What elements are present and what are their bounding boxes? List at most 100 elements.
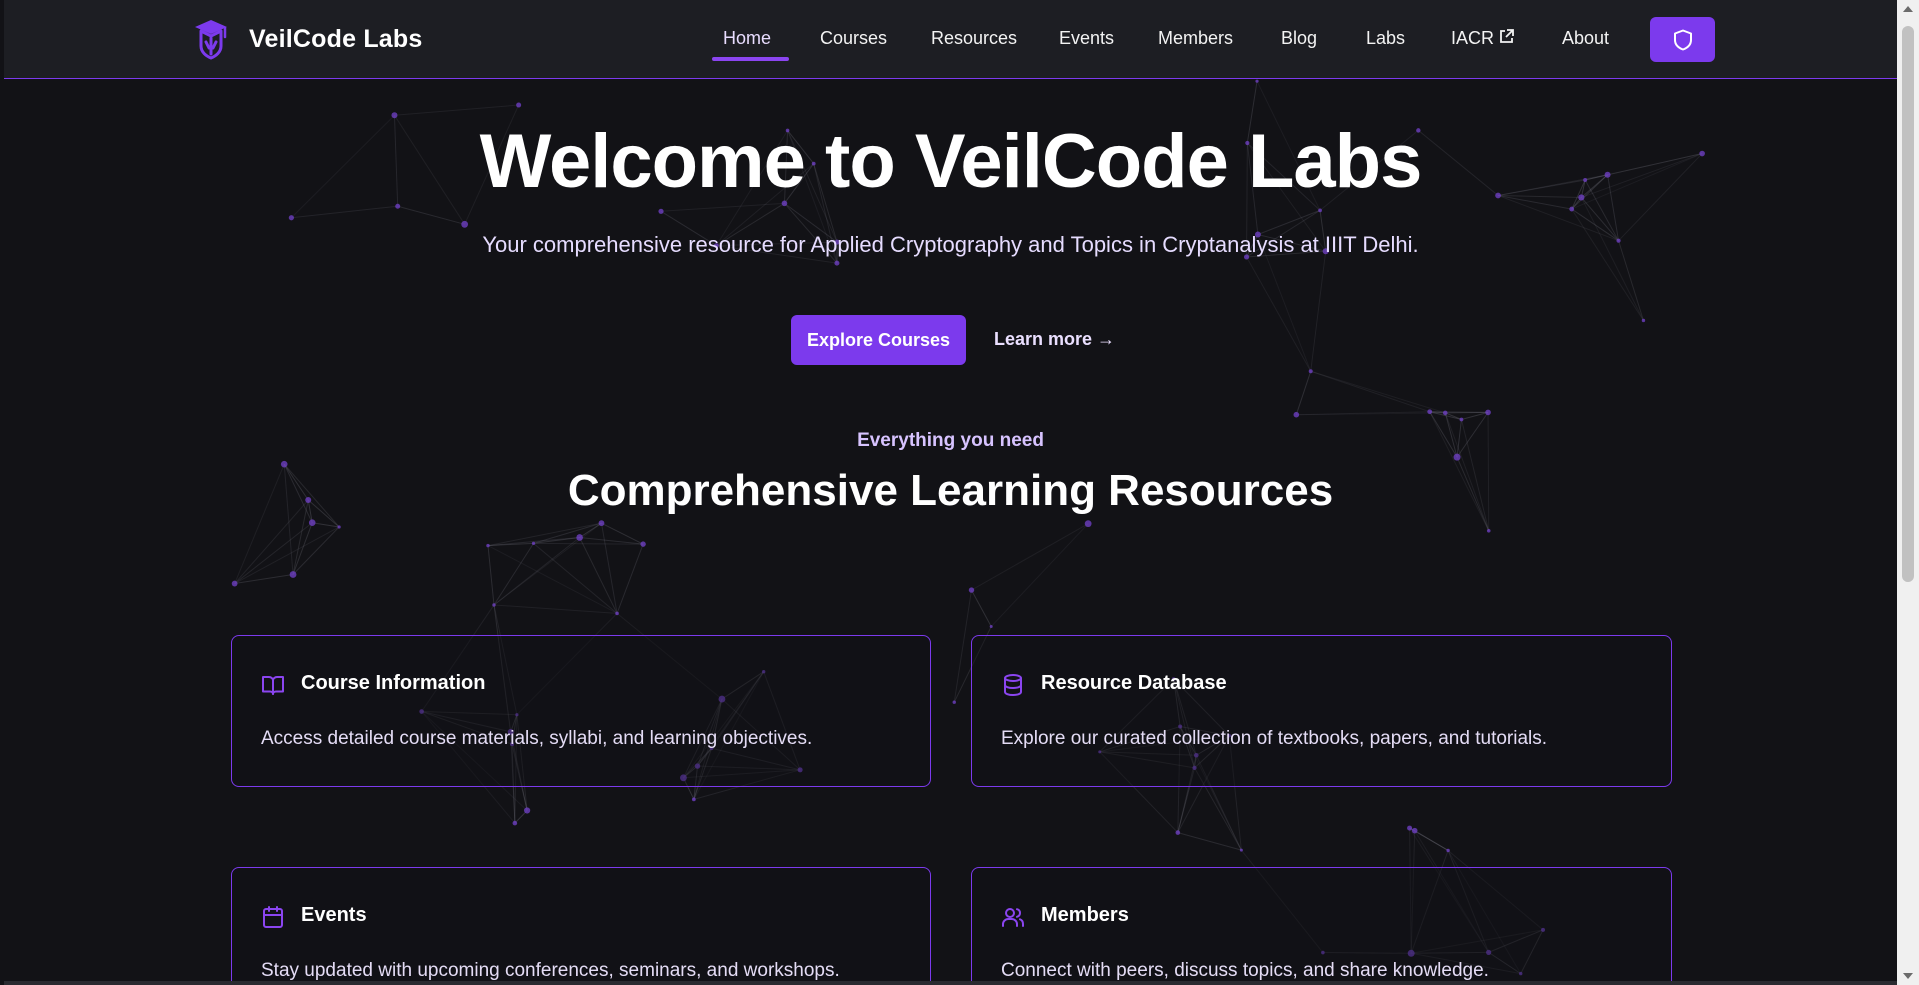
network-node <box>1239 848 1243 852</box>
nav-item-resources[interactable]: Resources <box>931 28 1017 49</box>
card-description: Connect with peers, discuss topics, and … <box>1001 960 1489 981</box>
network-edge <box>616 543 644 614</box>
card-description: Access detailed course materials, syllab… <box>261 728 813 749</box>
network-node <box>576 534 583 541</box>
book-open-icon <box>262 676 284 695</box>
scroll-down-arrow-icon[interactable] <box>1903 973 1913 979</box>
network-edge <box>1445 411 1489 414</box>
external-link-icon <box>1500 29 1514 43</box>
network-node <box>524 807 531 814</box>
network-edge <box>533 542 644 545</box>
network-node <box>308 519 316 527</box>
background-network-graphic <box>231 79 1705 976</box>
card-events[interactable]: Events Stay updated with upcoming confer… <box>231 867 931 981</box>
network-node <box>615 611 619 616</box>
network-node <box>1308 369 1313 374</box>
nav-item-labs[interactable]: Labs <box>1366 28 1405 49</box>
network-edge <box>1310 370 1446 414</box>
network-node <box>531 541 536 545</box>
learn-more-link[interactable]: Learn more → <box>994 329 1115 350</box>
card-title: Resource Database <box>1041 672 1227 694</box>
calendar-icon <box>263 906 283 928</box>
network-edge <box>971 523 1089 591</box>
site-header: VeilCode Labs Home Courses Resources Eve… <box>4 0 1897 79</box>
network-node <box>1084 520 1092 528</box>
database-icon <box>1004 674 1022 697</box>
network-edge <box>1580 197 1644 321</box>
card-resource-database[interactable]: Resource Database Explore our curated co… <box>971 635 1672 787</box>
hero-title: Welcome to VeilCode Labs <box>479 119 1423 204</box>
card-title: Members <box>1041 904 1129 926</box>
network-node <box>640 541 646 547</box>
network-edge <box>990 523 1089 627</box>
vertical-scrollbar[interactable] <box>1897 0 1919 985</box>
scrollbar-thumb[interactable] <box>1902 26 1914 582</box>
card-description: Explore our curated collection of textbo… <box>1001 728 1548 749</box>
network-node <box>1459 417 1464 422</box>
security-button[interactable] <box>1650 17 1715 62</box>
network-node <box>834 260 840 266</box>
card-description: Stay updated with upcoming conferences, … <box>261 960 840 981</box>
network-node <box>1442 410 1448 416</box>
network-edge <box>292 526 340 575</box>
network-edge <box>579 536 644 545</box>
network-node <box>461 220 469 228</box>
network-node <box>1407 825 1413 831</box>
users-icon <box>1002 908 1024 927</box>
nav-item-about[interactable]: About <box>1562 28 1609 49</box>
network-edge <box>1295 371 1312 415</box>
explore-courses-button[interactable]: Explore Courses <box>791 315 966 365</box>
network-node <box>492 603 496 607</box>
network-edge <box>1246 256 1312 372</box>
network-node <box>1255 79 1259 83</box>
network-node <box>289 571 297 578</box>
network-edge <box>493 604 618 614</box>
network-node <box>598 520 605 527</box>
nav-item-iacr[interactable]: IACR <box>1451 28 1515 49</box>
section-eyebrow: Everything you need <box>857 430 1044 451</box>
nav-item-iacr-label: IACR <box>1451 28 1495 48</box>
card-title: Course Information <box>301 672 486 694</box>
main-nav: Home Courses Resources Events Members Bl… <box>4 0 1897 79</box>
network-edge <box>1310 370 1430 413</box>
scroll-up-arrow-icon[interactable] <box>1903 6 1913 12</box>
network-node <box>1641 318 1646 323</box>
network-node <box>512 820 518 826</box>
network-node <box>1411 827 1418 834</box>
network-node <box>989 625 993 629</box>
page: VeilCode Labs Home Courses Resources Eve… <box>4 0 1897 985</box>
network-node <box>1293 411 1300 418</box>
network-edge <box>971 589 992 627</box>
network-edge <box>394 104 519 116</box>
network-node <box>337 525 341 529</box>
network-node <box>1486 528 1491 533</box>
network-edge <box>493 543 534 606</box>
card-members[interactable]: Members Connect with peers, discuss topi… <box>971 867 1672 981</box>
nav-item-courses[interactable]: Courses <box>820 28 887 49</box>
network-node <box>658 208 664 214</box>
nav-item-members[interactable]: Members <box>1158 28 1233 49</box>
card-course-information[interactable]: Course Information Access detailed cours… <box>231 635 931 787</box>
hero-subtitle: Your comprehensive resource for Applied … <box>482 232 1419 257</box>
network-node <box>231 580 238 587</box>
network-node <box>288 215 294 221</box>
network-edge <box>600 523 618 614</box>
network-edge <box>579 537 618 614</box>
network-node <box>691 797 696 802</box>
network-edge <box>1177 832 1242 851</box>
nav-item-blog[interactable]: Blog <box>1281 28 1317 49</box>
network-node <box>516 102 522 108</box>
network-edge <box>1310 251 1327 372</box>
active-nav-indicator <box>712 57 789 61</box>
card-title: Events <box>301 904 367 926</box>
network-node <box>952 700 956 704</box>
network-node <box>1175 830 1181 835</box>
section-title: Comprehensive Learning Resources <box>567 466 1334 515</box>
network-node <box>968 587 975 593</box>
network-node <box>486 543 490 548</box>
network-edge <box>291 205 398 219</box>
nav-item-home[interactable]: Home <box>723 28 771 49</box>
network-edge <box>533 542 618 614</box>
network-node <box>1427 409 1433 415</box>
nav-item-events[interactable]: Events <box>1059 28 1114 49</box>
